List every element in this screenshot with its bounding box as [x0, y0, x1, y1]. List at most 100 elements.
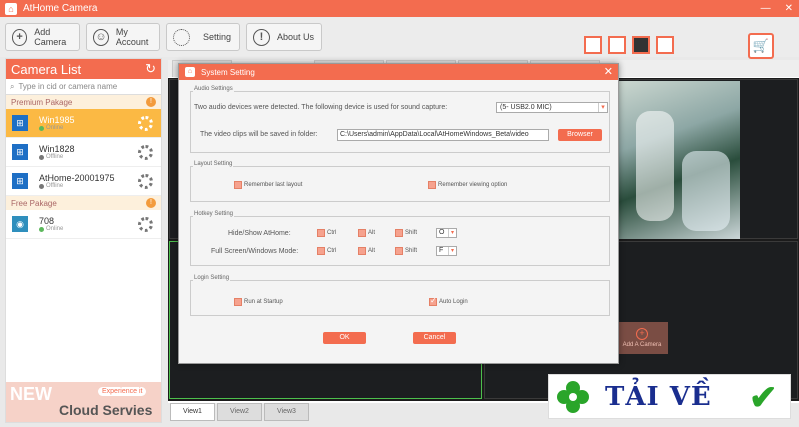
fullscreen-label: Full Screen/Windows Mode: [211, 248, 299, 255]
close-window-button[interactable]: ✕ [785, 0, 793, 17]
chevron-down-icon: ▾ [448, 229, 456, 237]
group-free[interactable]: Free Pakage ! [6, 196, 161, 210]
remember-last-layout-label: Remember last layout [244, 182, 303, 188]
gear-icon [173, 28, 190, 46]
camera-status: Online [46, 125, 64, 131]
video-path-field[interactable]: C:\Users\admin\AppData\Local\AtHomeWindo… [337, 129, 549, 141]
audio-device-value: (5- USB2.0 MIC) [500, 104, 552, 111]
my-account-button[interactable]: ☺ My Account [86, 23, 160, 51]
browse-button[interactable]: Browser [558, 129, 602, 141]
hide-show-shift-checkbox[interactable] [395, 229, 403, 237]
camera-feed-image [618, 81, 740, 239]
toolbar: + Add Camera ☺ My Account Setting ! Abou… [0, 17, 799, 59]
search-input[interactable]: Type in cid or camera name [18, 82, 117, 91]
hide-show-key-select[interactable]: O ▾ [436, 228, 457, 238]
refresh-icon[interactable]: ↻ [145, 61, 156, 77]
camera-status: Offline [46, 154, 64, 160]
add-camera-button[interactable]: + Add Camera [5, 23, 80, 51]
hide-show-key-value: O [439, 229, 445, 236]
fullscreen-key-value: F [439, 247, 444, 254]
add-camera-label: Add Camera [34, 27, 67, 47]
camera-item[interactable]: ◉ 708 Online [6, 210, 161, 239]
dialog-title: System Setting [201, 67, 255, 77]
camera-name: Win1828 [39, 144, 75, 154]
cancel-button[interactable]: Cancel [413, 332, 456, 344]
camera-settings-gear-icon[interactable] [138, 145, 153, 160]
audio-device-select[interactable]: (5- USB2.0 MIC) ▾ [496, 102, 608, 113]
hide-show-alt-checkbox[interactable] [358, 229, 366, 237]
remember-last-layout-checkbox[interactable] [234, 181, 242, 189]
audio-detected-text: Two audio devices were detected. The fol… [194, 104, 448, 111]
layout-single-icon[interactable] [608, 36, 626, 54]
online-dot-icon [39, 125, 44, 131]
tab-view3[interactable]: View3 [264, 403, 309, 421]
hide-show-ctrl-checkbox[interactable] [317, 229, 325, 237]
camera-settings-gear-icon[interactable] [138, 116, 153, 131]
run-at-startup-checkbox[interactable] [234, 298, 242, 306]
camera-search[interactable]: ⌕ Type in cid or camera name [6, 79, 161, 95]
camera-list-panel: Camera List ↻ ⌕ Type in cid or camera na… [5, 58, 162, 423]
app-logo-icon: ⌂ [5, 2, 17, 15]
auto-login-checkbox[interactable] [429, 296, 437, 306]
view-tabs: View1 View2 View3 [170, 403, 309, 421]
chevron-down-icon: ▾ [598, 103, 607, 112]
setting-label: Setting [203, 32, 232, 42]
hotkey-settings-legend: Hotkey Setting [193, 211, 235, 217]
info-icon[interactable]: ! [146, 198, 156, 208]
tab-view1[interactable]: View1 [170, 403, 215, 421]
layout-1x1-icon[interactable] [584, 36, 602, 54]
cart-icon[interactable]: 🛒 [748, 33, 774, 59]
camera-item[interactable]: ⊞ Win1985 Online [6, 109, 161, 138]
alt-label: Alt [368, 248, 376, 254]
add-camera-tile[interactable]: + Add A Camera [616, 322, 668, 354]
camera-settings-gear-icon[interactable] [138, 174, 153, 189]
run-at-startup-label: Run at Startup [244, 299, 283, 305]
dialog-title-bar: ⌂ System Setting ✕ [179, 64, 618, 80]
hide-show-label: Hide/Show AtHome: [228, 230, 291, 237]
fullscreen-ctrl-checkbox[interactable] [317, 247, 325, 255]
hotkey-settings-group: Hotkey Setting Hide/Show AtHome: Ctrl Al… [190, 211, 610, 266]
cloud-services-promo[interactable]: NEW Experience it Cloud Servies [6, 382, 161, 422]
promo-new: NEW [10, 384, 52, 404]
fullscreen-alt-checkbox[interactable] [358, 247, 366, 255]
camera-list-header: Camera List ↻ [6, 59, 161, 79]
camera-name: Win1985 [39, 115, 75, 125]
camera-name: AtHome-20001975 [39, 173, 115, 183]
setting-button[interactable]: Setting [166, 23, 240, 51]
fullscreen-shift-checkbox[interactable] [395, 247, 403, 255]
about-us-label: About Us [277, 32, 315, 42]
info-icon: ! [253, 28, 270, 46]
my-account-label: My Account [115, 27, 149, 47]
clover-icon [557, 381, 589, 413]
title-bar: ⌂ AtHome Camera — ✕ [0, 0, 799, 17]
system-setting-dialog: ⌂ System Setting ✕ Audio Settings Two au… [178, 63, 619, 364]
window-title: AtHome Camera [23, 3, 98, 14]
info-icon[interactable]: ! [146, 97, 156, 107]
minimize-button[interactable]: — [761, 0, 771, 17]
remember-viewing-checkbox[interactable] [428, 181, 436, 189]
watermark-text: TẢI VỀ [605, 382, 712, 412]
about-us-button[interactable]: ! About Us [246, 23, 322, 51]
audio-settings-legend: Audio Settings [193, 86, 234, 92]
user-icon: ☺ [93, 28, 109, 46]
promo-experience-button[interactable]: Experience it [98, 387, 147, 396]
camera-name: 708 [39, 216, 55, 226]
windows-icon: ⊞ [12, 173, 28, 189]
group-premium[interactable]: Premium Pakage ! [6, 95, 161, 109]
layout-3x3-icon[interactable] [656, 36, 674, 54]
ok-button[interactable]: OK [323, 332, 366, 344]
video-path-label: The video clips will be saved in folder: [200, 131, 318, 138]
group-label: Free Pakage [11, 198, 57, 208]
camera-item[interactable]: ⊞ Win1828 Offline [6, 138, 161, 167]
layout-2x2-icon[interactable] [632, 36, 650, 54]
chevron-down-icon: ▾ [448, 247, 456, 255]
close-icon[interactable]: ✕ [604, 65, 613, 78]
fullscreen-key-select[interactable]: F ▾ [436, 246, 457, 256]
add-camera-tile-label: Add A Camera [622, 342, 662, 348]
windows-icon: ⊞ [12, 115, 28, 131]
ctrl-label: Ctrl [327, 230, 337, 236]
tab-view2[interactable]: View2 [217, 403, 262, 421]
camera-item[interactable]: ⊞ AtHome-20001975 Offline [6, 167, 161, 196]
camera-settings-gear-icon[interactable] [138, 217, 153, 232]
login-settings-legend: Login Setting [193, 275, 231, 281]
